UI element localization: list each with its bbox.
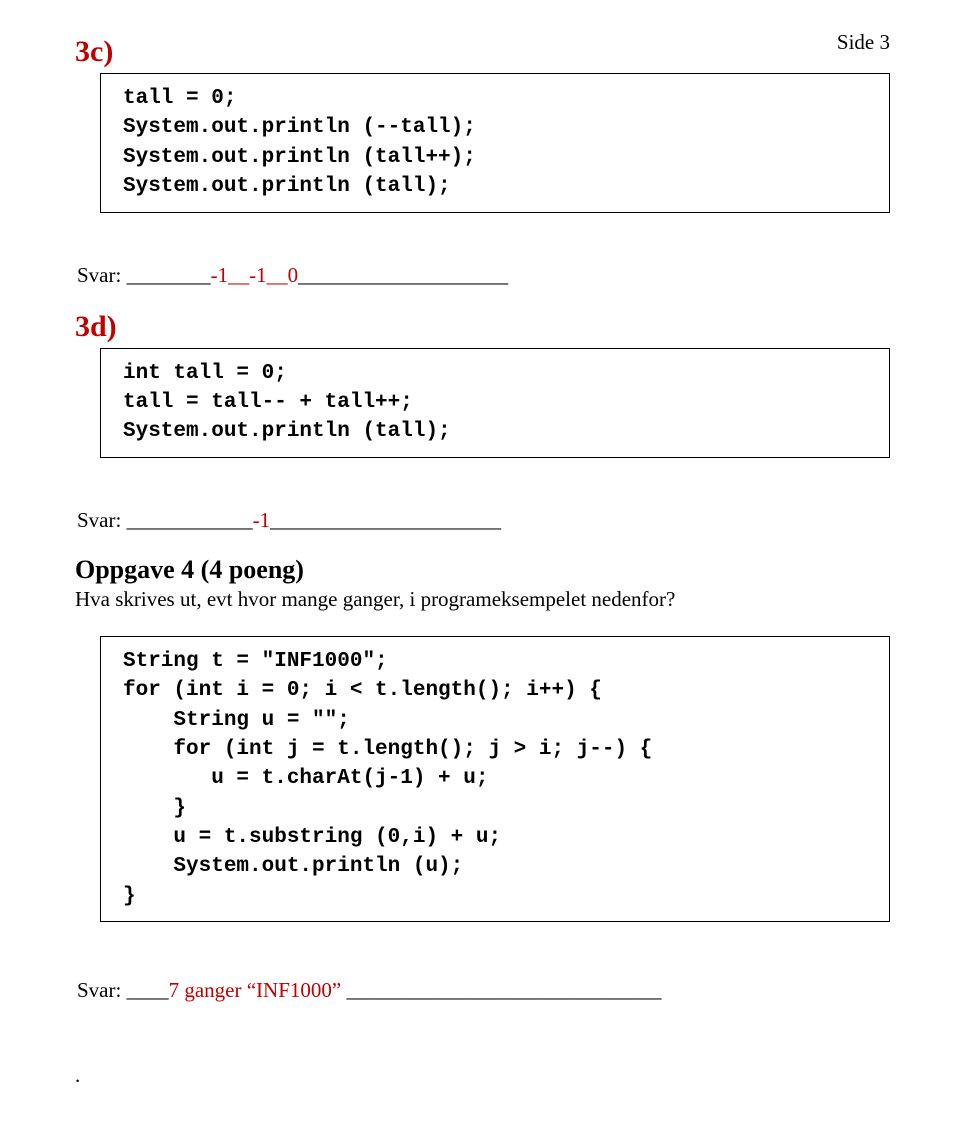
svar-prefix-3c: Svar: ________ — [77, 263, 211, 287]
code-box-4: String t = "INF1000"; for (int i = 0; i … — [100, 636, 890, 923]
answer-line-4: Svar: ____7 ganger “INF1000” ___________… — [77, 978, 890, 1003]
svar-suffix-3c: ____________________ — [298, 263, 508, 287]
question-4-heading: Oppgave 4 (4 poeng) — [75, 555, 890, 585]
question-3c-label: 3c) — [75, 35, 890, 69]
code-box-3d: int tall = 0; tall = tall-- + tall++; Sy… — [100, 348, 890, 458]
question-4-description: Hva skrives ut, evt hvor mange ganger, i… — [75, 587, 890, 612]
svar-answer-3c: -1__-1__0 — [211, 263, 299, 287]
svar-suffix-3d: ______________________ — [270, 508, 501, 532]
svar-prefix-3d: Svar: ____________ — [77, 508, 253, 532]
answer-line-3d: Svar: ____________-1____________________… — [77, 508, 890, 533]
page-content: Side 3 3c) tall = 0; System.out.println … — [0, 0, 960, 1128]
svar-answer-4: 7 ganger “INF1000” — [169, 978, 347, 1002]
footer-dot: . — [75, 1063, 890, 1088]
svar-prefix-4: Svar: ____ — [77, 978, 169, 1002]
page-number: Side 3 — [837, 30, 890, 55]
question-3d-label: 3d) — [75, 310, 890, 344]
svar-answer-3d: -1 — [253, 508, 271, 532]
code-box-3c: tall = 0; System.out.println (--tall); S… — [100, 73, 890, 213]
svar-suffix-4: ______________________________ — [346, 978, 661, 1002]
answer-line-3c: Svar: ________-1__-1__0_________________… — [77, 263, 890, 288]
